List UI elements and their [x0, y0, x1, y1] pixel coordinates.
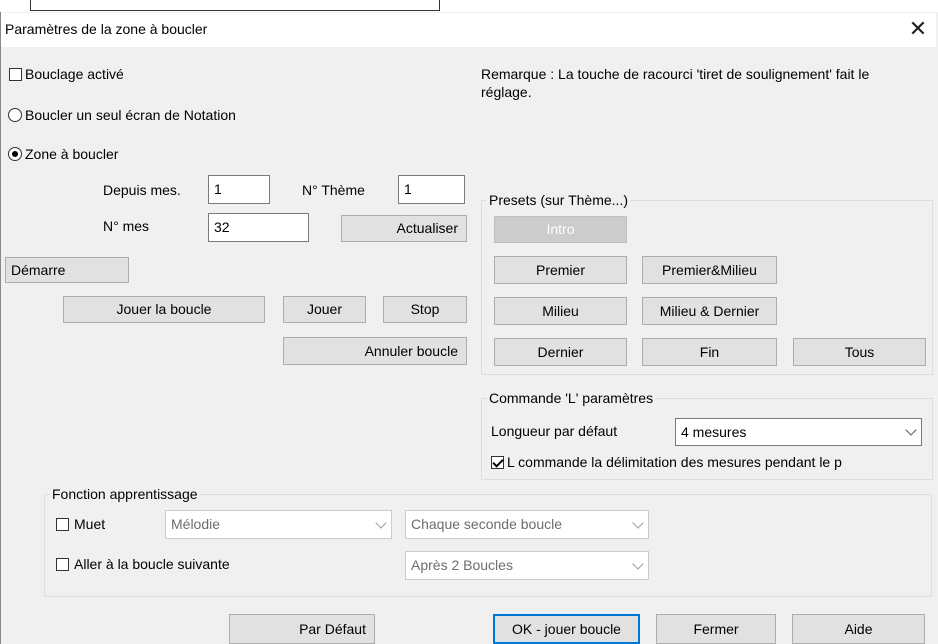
loop-zone-radio[interactable] [8, 147, 22, 161]
preset-first-button[interactable]: Premier [494, 256, 627, 284]
chevron-down-icon [632, 516, 644, 529]
preset-intro-button[interactable]: Intro [494, 216, 627, 243]
measure-count-input[interactable]: 32 [208, 213, 309, 242]
stop-button[interactable]: Stop [383, 296, 467, 323]
theme-number-label: N° Thème [302, 182, 365, 198]
default-length-label: Longueur par défaut [491, 423, 618, 439]
chevron-down-icon [632, 557, 644, 570]
play-button[interactable]: Jouer [283, 296, 366, 323]
from-measure-input[interactable]: 1 [208, 175, 270, 204]
preset-middle-last-button[interactable]: Milieu & Dernier [642, 297, 777, 325]
mute-label[interactable]: Muet [74, 516, 105, 533]
refresh-button[interactable]: Actualiser [341, 215, 467, 242]
preset-end-button[interactable]: Fin [642, 338, 777, 366]
preset-last-button[interactable]: Dernier [494, 338, 627, 366]
dialog-title: Paramètres de la zone à boucler [5, 21, 208, 37]
mute-track-select[interactable]: Mélodie [165, 510, 392, 539]
next-loop-checkbox[interactable] [56, 558, 69, 571]
help-button[interactable]: Aide [792, 614, 925, 644]
mute-checkbox[interactable] [56, 518, 69, 531]
chevron-down-icon [905, 424, 917, 436]
shortcut-note-line1: Remarque : La touche de racourci 'tiret … [481, 66, 870, 82]
close-button[interactable]: Fermer [656, 614, 776, 644]
play-loop-button[interactable]: Jouer la boucle [63, 296, 265, 323]
defaults-button[interactable]: Par Défaut [229, 614, 375, 644]
start-button[interactable]: Démarre [5, 257, 129, 283]
preset-middle-button[interactable]: Milieu [494, 297, 627, 325]
cancel-loop-button[interactable]: Annuler boucle [283, 337, 467, 365]
loop-enabled-label[interactable]: Bouclage activé [25, 66, 124, 83]
loop-enabled-checkbox[interactable] [9, 68, 22, 81]
ok-play-loop-button[interactable]: OK - jouer boucle [493, 614, 640, 644]
loop-single-screen-radio[interactable] [8, 108, 22, 122]
next-loop-after-value: Après 2 Boucles [411, 557, 513, 573]
measure-count-label: N° mes [103, 218, 150, 234]
mute-frequency-select[interactable]: Chaque seconde boucle [405, 510, 649, 539]
mute-track-value: Mélodie [171, 516, 221, 532]
background-window-edge [30, 0, 440, 11]
l-command-legend: Commande 'L' paramètres [487, 390, 656, 406]
preset-all-button[interactable]: Tous [793, 338, 926, 366]
next-loop-label[interactable]: Aller à la boucle suivante [74, 556, 230, 573]
chevron-down-icon [375, 516, 387, 529]
mute-frequency-value: Chaque seconde boucle [411, 516, 563, 532]
default-length-value: 4 mesures [681, 424, 747, 440]
from-measure-label: Depuis mes. [103, 182, 181, 198]
loop-zone-label[interactable]: Zone à boucler [25, 146, 118, 163]
next-loop-after-select[interactable]: Après 2 Boucles [405, 551, 649, 580]
l-command-delimit-checkbox[interactable] [491, 456, 504, 469]
theme-number-input[interactable]: 1 [398, 175, 465, 204]
loop-single-screen-label[interactable]: Boucler un seul écran de Notation [25, 107, 236, 124]
shortcut-note-line2: réglage. [481, 84, 532, 100]
preset-first-middle-button[interactable]: Premier&Milieu [642, 256, 777, 284]
close-icon[interactable]: ✕ [905, 16, 931, 42]
default-length-select[interactable]: 4 mesures [675, 418, 922, 446]
presets-legend: Presets (sur Thème...) [487, 192, 631, 208]
l-command-delimit-label[interactable]: L commande la délimitation des mesures p… [507, 454, 922, 471]
learning-legend: Fonction apprentissage [50, 486, 200, 502]
